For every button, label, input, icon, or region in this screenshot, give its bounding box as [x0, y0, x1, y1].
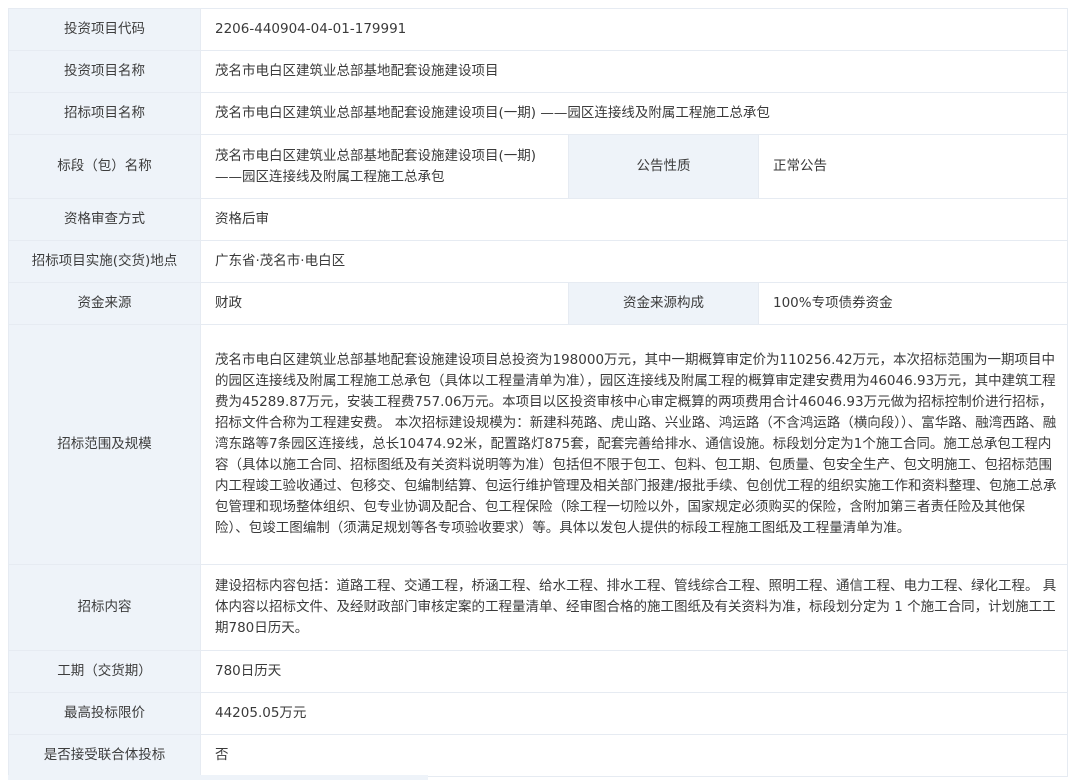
- next-row-fragment: [8, 775, 428, 780]
- max-price-label: 最高投标限价: [8, 692, 201, 735]
- section-name-value: 茂名市电白区建筑业总部基地配套设施建设项目(一期) ——园区连接线及附属工程施工…: [200, 134, 569, 199]
- row-consortium: 是否接受联合体投标 否: [8, 734, 1068, 777]
- location-label: 招标项目实施(交货)地点: [8, 240, 201, 283]
- section-name-line-2: ——园区连接线及附属工程施工总承包: [215, 168, 445, 185]
- row-scope: 招标范围及规模 茂名市电白区建筑业总部基地配套设施建设项目总投资为198000万…: [8, 324, 1068, 565]
- row-project-name: 投资项目名称 茂名市电白区建筑业总部基地配套设施建设项目: [8, 50, 1068, 93]
- fund-structure-label: 资金来源构成: [568, 282, 759, 325]
- notice-type-value: 正常公告: [758, 134, 1068, 199]
- row-section-name: 标段（包）名称 茂名市电白区建筑业总部基地配套设施建设项目(一期) ——园区连接…: [8, 134, 1068, 199]
- section-name-label: 标段（包）名称: [8, 134, 201, 199]
- row-qualification: 资格审查方式 资格后审: [8, 198, 1068, 241]
- section-name-line-1: 茂名市电白区建筑业总部基地配套设施建设项目(一期): [215, 147, 537, 164]
- notice-type-label: 公告性质: [568, 134, 759, 199]
- qualification-value: 资格后审: [200, 198, 1068, 241]
- duration-value: 780日历天: [200, 650, 1068, 693]
- project-name-label: 投资项目名称: [8, 50, 201, 93]
- row-fund-source: 资金来源 财政 资金来源构成 100%专项债券资金: [8, 282, 1068, 325]
- fund-source-value: 财政: [200, 282, 569, 325]
- scope-label: 招标范围及规模: [8, 324, 201, 565]
- qualification-label: 资格审查方式: [8, 198, 201, 241]
- consortium-label: 是否接受联合体投标: [8, 734, 201, 777]
- content-value: 建设招标内容包括：道路工程、交通工程，桥涵工程、给水工程、排水工程、管线综合工程…: [200, 564, 1068, 651]
- project-code-label: 投资项目代码: [8, 8, 201, 51]
- row-project-code: 投资项目代码 2206-440904-04-01-179991: [8, 8, 1068, 51]
- project-code-value: 2206-440904-04-01-179991: [200, 8, 1068, 51]
- tender-info-table: 投资项目代码 2206-440904-04-01-179991 投资项目名称 茂…: [8, 8, 1068, 777]
- project-name-value: 茂名市电白区建筑业总部基地配套设施建设项目: [200, 50, 1068, 93]
- fund-source-label: 资金来源: [8, 282, 201, 325]
- row-location: 招标项目实施(交货)地点 广东省·茂名市·电白区: [8, 240, 1068, 283]
- fund-structure-value: 100%专项债券资金: [758, 282, 1068, 325]
- row-content: 招标内容 建设招标内容包括：道路工程、交通工程，桥涵工程、给水工程、排水工程、管…: [8, 564, 1068, 651]
- max-price-value: 44205.05万元: [200, 692, 1068, 735]
- row-duration: 工期（交货期） 780日历天: [8, 650, 1068, 693]
- tender-name-label: 招标项目名称: [8, 92, 201, 135]
- duration-label: 工期（交货期）: [8, 650, 201, 693]
- location-value: 广东省·茂名市·电白区: [200, 240, 1068, 283]
- tender-name-value: 茂名市电白区建筑业总部基地配套设施建设项目(一期) ——园区连接线及附属工程施工…: [200, 92, 1068, 135]
- row-tender-name: 招标项目名称 茂名市电白区建筑业总部基地配套设施建设项目(一期) ——园区连接线…: [8, 92, 1068, 135]
- scope-value: 茂名市电白区建筑业总部基地配套设施建设项目总投资为198000万元，其中一期概算…: [200, 324, 1068, 565]
- row-max-price: 最高投标限价 44205.05万元: [8, 692, 1068, 735]
- content-label: 招标内容: [8, 564, 201, 651]
- consortium-value: 否: [200, 734, 1068, 777]
